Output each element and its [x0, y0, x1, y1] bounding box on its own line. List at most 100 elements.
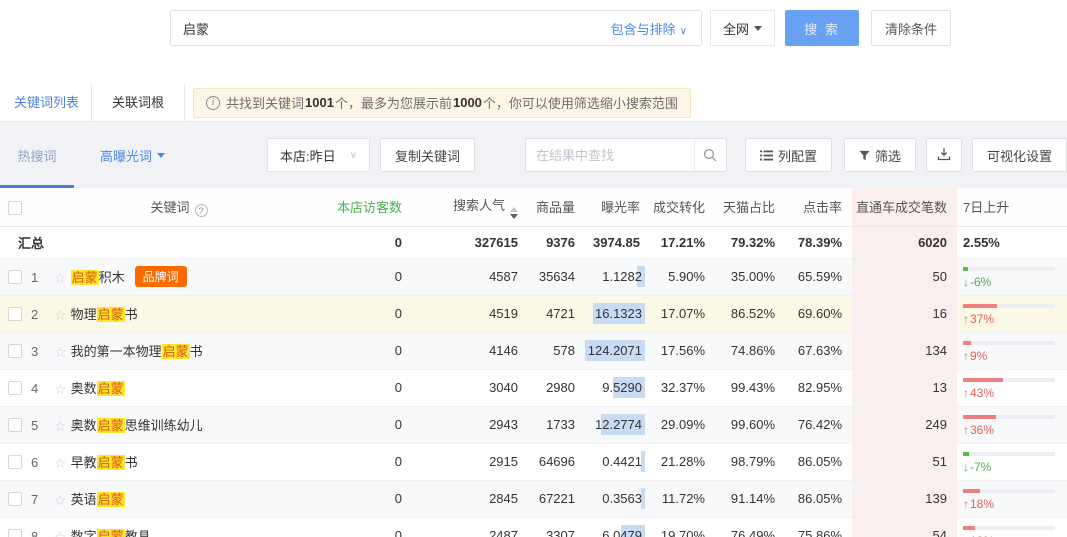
exposure-value: 0.4421	[602, 454, 642, 469]
summary-tmall-share: 79.32%	[715, 226, 785, 258]
select-all-checkbox[interactable]	[8, 201, 22, 215]
conversion-cell: 19.70%	[650, 517, 715, 537]
trend-value: ↑37%	[963, 312, 1067, 326]
summary-label: 汇总	[0, 226, 310, 258]
include-exclude-label: 包含与排除	[611, 22, 676, 37]
star-icon[interactable]: ☆	[54, 529, 67, 537]
search-button[interactable]: 搜 索	[785, 10, 859, 46]
notice-text: 个，最多为您展示前	[335, 93, 452, 112]
keyword-highlight: 启蒙	[97, 455, 125, 470]
shop-visitors-cell: 0	[310, 295, 412, 332]
search-icon[interactable]	[694, 139, 726, 171]
star-icon[interactable]: ☆	[54, 381, 67, 397]
keyword-query-input[interactable]	[171, 12, 611, 44]
product-count-cell: 578	[528, 332, 585, 369]
keyword-highlight: 启蒙	[97, 418, 125, 433]
header-exposure-rate[interactable]: 曝光率	[585, 188, 650, 226]
exposure-rate-cell: 6.0479	[585, 517, 650, 537]
header-keyword: 关键词?	[48, 188, 310, 226]
keyword-highlight: 启蒙	[97, 529, 125, 537]
header-search-popularity[interactable]: 搜索人气	[412, 188, 528, 226]
exposure-value: 124.2071	[588, 343, 642, 358]
tmall-share-cell: 99.60%	[715, 406, 785, 443]
keyword-text: 数字启蒙教具	[71, 529, 151, 537]
keyword-text: 物理启蒙书	[71, 307, 138, 322]
header-click-rate[interactable]: 点击率	[785, 188, 852, 226]
star-icon[interactable]: ☆	[54, 344, 67, 360]
product-count-cell: 3307	[528, 517, 585, 537]
result-search-input[interactable]	[526, 139, 694, 171]
download-button[interactable]	[926, 138, 962, 172]
header-shop-visitors[interactable]: 本店访客数	[310, 188, 412, 226]
ztc-orders-cell: 249	[852, 406, 957, 443]
table-row: 3☆我的第一本物理启蒙书04146578124.207117.56%74.86%…	[0, 332, 1067, 369]
tmall-share-cell: 35.00%	[715, 258, 785, 295]
column-config-button[interactable]: 列配置	[745, 138, 832, 172]
row-checkbox[interactable]	[8, 344, 22, 358]
row-checkbox[interactable]	[8, 418, 22, 432]
funnel-icon	[859, 150, 870, 161]
summary-shop-visitors: 0	[310, 226, 412, 258]
high-exposure-dropdown[interactable]: 高曝光词	[100, 146, 165, 165]
help-icon[interactable]: ?	[195, 204, 208, 217]
header-product-count[interactable]: 商品量	[528, 188, 585, 226]
seven-day-trend-cell: ↑43%	[957, 369, 1067, 406]
store-date-select[interactable]: 本店:昨日 ∨	[267, 138, 370, 172]
filter-button[interactable]: 筛选	[844, 138, 916, 172]
caret-down-icon	[754, 26, 762, 31]
arrow-down-icon: ↓	[963, 275, 969, 289]
row-checkbox[interactable]	[8, 492, 22, 506]
table-row: 7☆英语启蒙02845672210.356311.72%91.14%86.05%…	[0, 480, 1067, 517]
tab-related-roots[interactable]: 关联词根	[91, 84, 185, 122]
header-ztc-orders[interactable]: 直通车成交笔数	[852, 188, 957, 226]
row-checkbox[interactable]	[8, 307, 22, 321]
exposure-wrap: 6.0479	[602, 528, 642, 537]
product-count-cell: 2980	[528, 369, 585, 406]
star-icon[interactable]: ☆	[54, 418, 67, 434]
row-select-cell: 7	[0, 480, 48, 517]
arrow-up-icon: ↑	[963, 349, 969, 363]
exposure-value: 6.0479	[602, 528, 642, 537]
tab-hot-search-words[interactable]: 热搜词	[0, 122, 74, 188]
exposure-rate-cell: 12.2774	[585, 406, 650, 443]
row-checkbox[interactable]	[8, 270, 22, 284]
trend-bar-track	[963, 452, 1055, 456]
header-conversion[interactable]: 成交转化	[650, 188, 715, 226]
star-icon[interactable]: ☆	[54, 307, 67, 323]
keyword-cell: ☆奥数启蒙	[48, 369, 310, 406]
notice-count: 1001	[305, 95, 334, 110]
row-checkbox[interactable]	[8, 529, 22, 537]
row-checkbox[interactable]	[8, 381, 22, 395]
star-icon[interactable]: ☆	[54, 455, 67, 471]
header-seven-day-trend[interactable]: 7日上升	[957, 188, 1067, 226]
click-rate-cell: 86.05%	[785, 480, 852, 517]
tabs-row: 关键词列表 关联词根 i 共找到关键词 1001个，最多为您展示前1000个，你…	[0, 84, 1067, 122]
keyword-highlight: 启蒙	[162, 344, 190, 359]
trend-value: ↑43%	[963, 386, 1067, 400]
exposure-wrap: 124.2071	[588, 343, 642, 358]
row-index: 7	[31, 492, 38, 507]
visualization-settings-button[interactable]: 可视化设置	[972, 138, 1067, 172]
notice-text: 共找到关键词	[226, 93, 304, 112]
clear-conditions-button[interactable]: 清除条件	[871, 10, 951, 46]
include-exclude-toggle[interactable]: 包含与排除∨	[611, 19, 701, 38]
trend-value: ↓-7%	[963, 460, 1067, 474]
header-select-all	[0, 188, 48, 226]
star-icon[interactable]: ☆	[54, 492, 67, 508]
header-keyword-label: 关键词	[150, 200, 189, 215]
keyword-text: 启蒙积木	[71, 270, 125, 285]
trend-bar-track	[963, 267, 1055, 271]
row-checkbox[interactable]	[8, 455, 22, 469]
star-icon[interactable]: ☆	[54, 270, 67, 286]
header-tmall-share[interactable]: 天猫占比	[715, 188, 785, 226]
tab-keyword-list[interactable]: 关键词列表	[2, 84, 91, 122]
exposure-value: 0.3563	[602, 491, 642, 506]
trend-bar-fill	[963, 452, 969, 456]
scope-select[interactable]: 全网	[710, 10, 775, 46]
copy-keywords-button[interactable]: 复制关键词	[380, 138, 475, 172]
sort-icon[interactable]	[510, 207, 518, 219]
trend-bar-track	[963, 526, 1055, 530]
summary-search-popularity: 327615	[412, 226, 528, 258]
summary-ztc-orders: 6020	[852, 226, 957, 258]
row-select-cell: 3	[0, 332, 48, 369]
